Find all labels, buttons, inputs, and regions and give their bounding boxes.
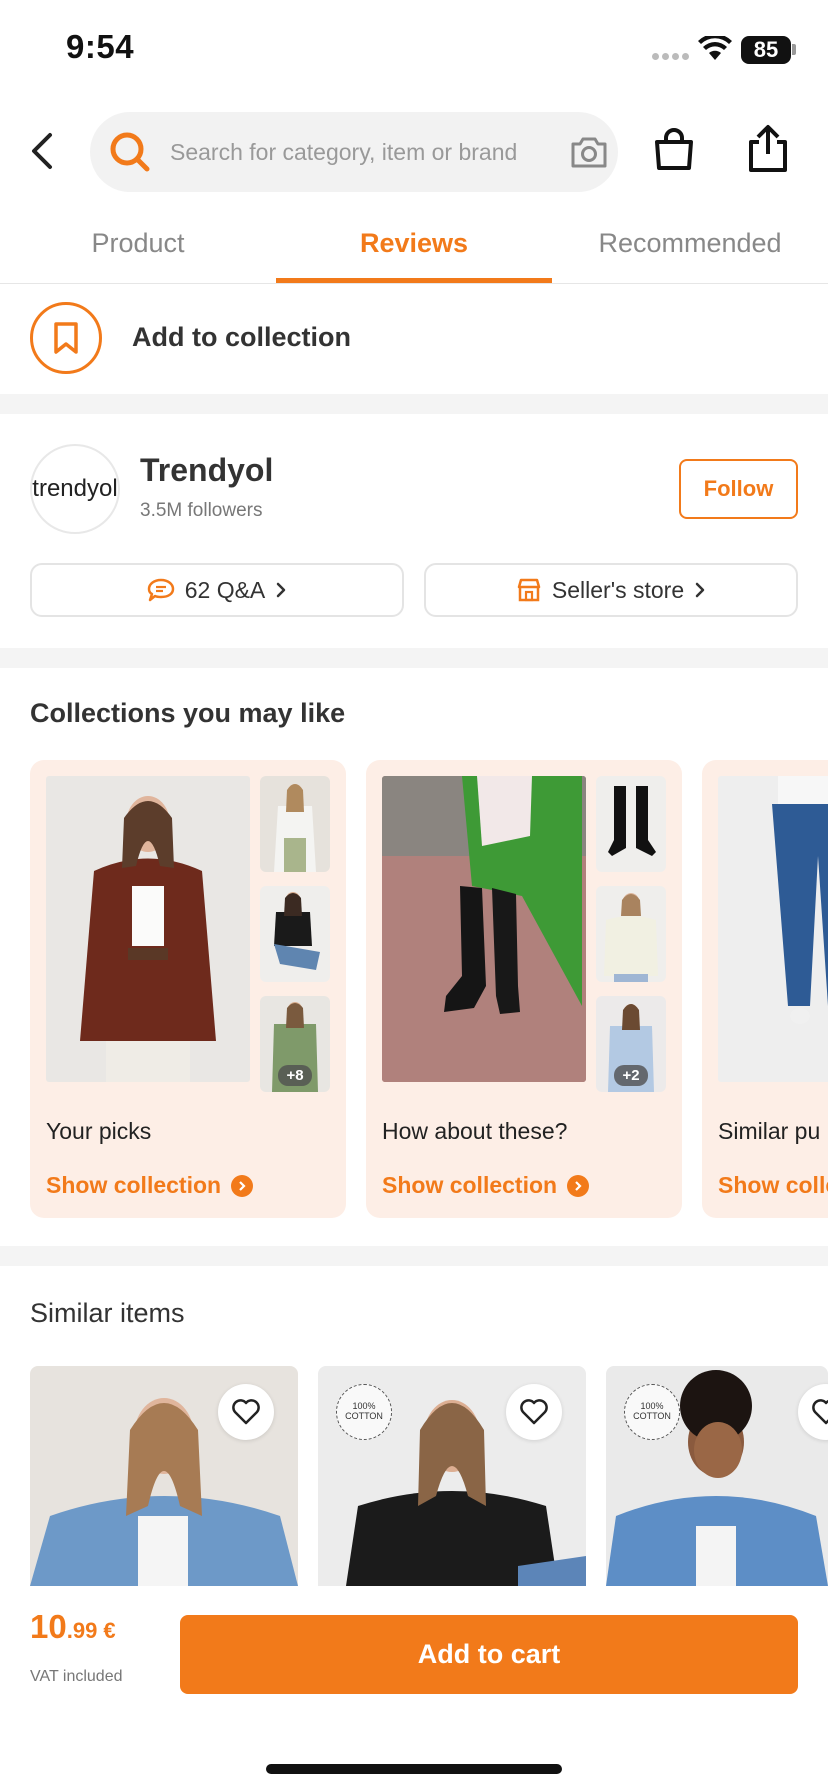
status-time: 9:54 xyxy=(66,28,135,65)
collection-main-image xyxy=(718,776,828,1082)
collection-thumbnail: +2 xyxy=(596,996,666,1092)
store-icon xyxy=(517,578,541,602)
battery-nub xyxy=(792,44,796,55)
heart-icon xyxy=(232,1399,260,1425)
cellular-signal-icon xyxy=(652,53,690,61)
show-collection-link[interactable]: Show collection xyxy=(382,1172,590,1199)
collection-card[interactable]: Similar pu Show colle xyxy=(702,760,828,1218)
add-to-collection-label[interactable]: Add to collection xyxy=(132,322,351,353)
show-collection-label: Show collection xyxy=(46,1172,222,1198)
collection-thumbnail xyxy=(596,886,666,982)
collection-thumbnail: +8 xyxy=(260,996,330,1092)
collection-main-image xyxy=(382,776,586,1082)
tab-reviews[interactable]: Reviews xyxy=(276,228,552,259)
camera-search-icon[interactable] xyxy=(569,134,609,170)
chevron-right-circle-icon xyxy=(231,1174,254,1197)
home-indicator[interactable] xyxy=(266,1764,562,1774)
show-collection-label: Show colle xyxy=(718,1172,828,1198)
price-whole: 10 xyxy=(30,1608,67,1645)
search-placeholder: Search for category, item or brand xyxy=(170,139,518,165)
more-items-badge: +8 xyxy=(278,1065,312,1086)
collection-title: Your picks xyxy=(46,1118,152,1144)
wifi-icon xyxy=(698,36,732,60)
chevron-right-circle-icon xyxy=(567,1174,590,1197)
add-to-collection-button[interactable] xyxy=(30,302,102,374)
tab-divider xyxy=(0,283,828,284)
back-button[interactable] xyxy=(20,126,64,176)
battery-indicator: 85 xyxy=(741,36,791,64)
collection-card[interactable]: +2 How about these? Show collection xyxy=(366,760,682,1218)
vat-note: VAT included xyxy=(30,1668,123,1685)
chevron-right-icon xyxy=(277,582,286,598)
collections-title: Collections you may like xyxy=(30,698,346,728)
collection-thumbnail xyxy=(596,776,666,872)
product-card[interactable]: 100% COTTON xyxy=(318,1366,586,1586)
price-cents: .99 € xyxy=(66,1618,116,1643)
search-icon xyxy=(110,132,150,172)
cotton-badge: 100% COTTON xyxy=(336,1384,392,1440)
favorite-button[interactable] xyxy=(218,1384,274,1440)
seller-store-button[interactable]: Seller's store xyxy=(424,563,798,617)
heart-icon xyxy=(520,1399,548,1425)
share-icon[interactable] xyxy=(746,124,790,174)
qa-label: 62 Q&A xyxy=(184,576,266,603)
shopping-bag-icon[interactable] xyxy=(652,128,696,172)
add-to-cart-button[interactable]: Add to cart xyxy=(180,1615,798,1694)
collection-thumbnail xyxy=(260,886,330,982)
section-divider xyxy=(0,648,828,668)
show-collection-link[interactable]: Show colle xyxy=(718,1172,828,1199)
seller-store-label: Seller's store xyxy=(551,576,685,603)
section-divider xyxy=(0,1246,828,1266)
collection-title: Similar pu xyxy=(718,1118,821,1144)
heart-icon xyxy=(812,1399,828,1425)
collection-main-image xyxy=(46,776,250,1082)
section-divider xyxy=(0,394,828,414)
seller-logo-text: trendyol xyxy=(32,475,118,502)
seller-logo[interactable]: trendyol xyxy=(30,444,120,534)
cotton-badge: 100% COTTON xyxy=(624,1384,680,1440)
bookmark-icon xyxy=(54,322,78,354)
tab-recommended[interactable]: Recommended xyxy=(552,228,828,259)
show-collection-link[interactable]: Show collection xyxy=(46,1172,254,1199)
collection-title: How about these? xyxy=(382,1118,568,1144)
show-collection-label: Show collection xyxy=(382,1172,558,1198)
follow-button[interactable]: Follow xyxy=(679,459,798,519)
product-card[interactable]: 100% COTTON xyxy=(606,1366,828,1586)
price: 10.99 € xyxy=(30,1608,116,1646)
favorite-button[interactable] xyxy=(506,1384,562,1440)
chevron-left-icon xyxy=(32,133,52,169)
chevron-right-icon xyxy=(695,582,705,598)
qa-button[interactable]: 62 Q&A xyxy=(30,563,404,617)
seller-name[interactable]: Trendyol xyxy=(140,452,273,489)
more-items-badge: +2 xyxy=(614,1065,648,1086)
collection-card[interactable]: +8 Your picks Show collection xyxy=(30,760,346,1218)
product-card[interactable] xyxy=(30,1366,298,1586)
similar-items-title: Similar items xyxy=(30,1298,185,1328)
chat-icon xyxy=(147,578,174,602)
collection-thumbnail xyxy=(260,776,330,872)
seller-followers: 3.5M followers xyxy=(140,500,263,521)
tab-product[interactable]: Product xyxy=(0,228,276,259)
